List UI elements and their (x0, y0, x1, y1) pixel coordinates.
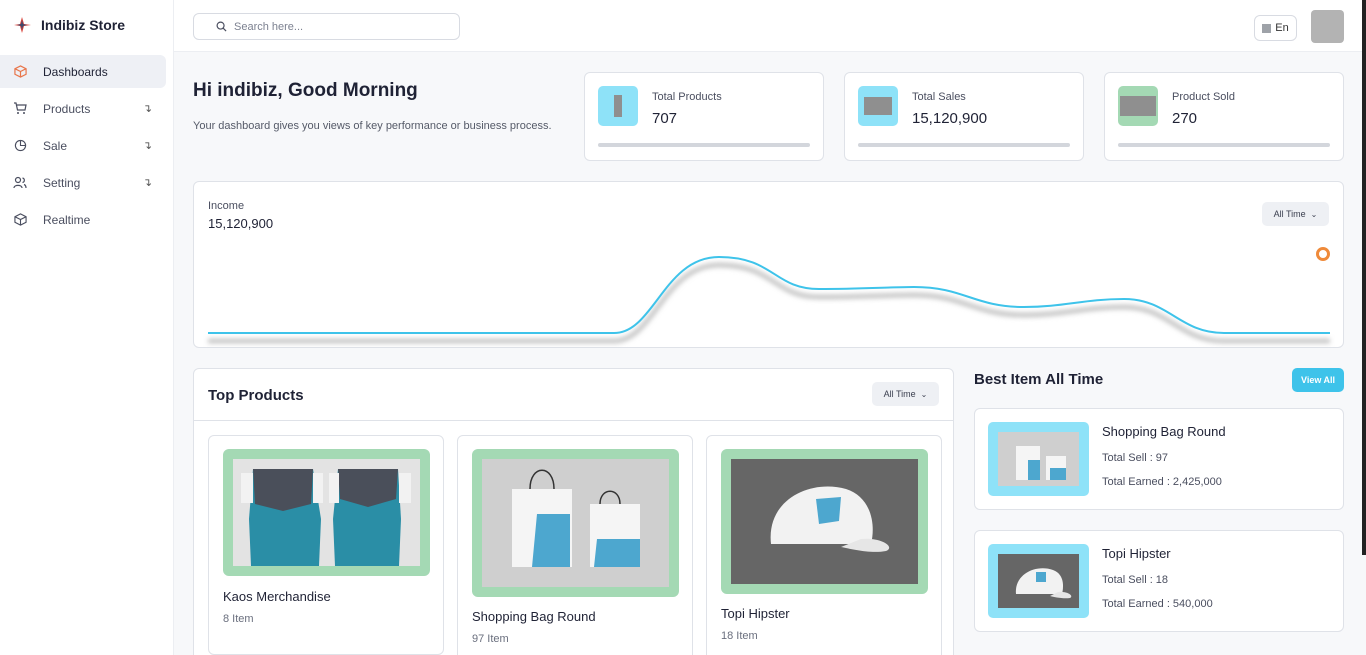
sidebar-item-dashboards[interactable]: Dashboards (0, 55, 166, 88)
top-products-card: Top Products All Time ⌄ Kaos Merchandise… (193, 368, 954, 655)
search-input[interactable] (234, 20, 454, 33)
stat-value: 270 (1172, 110, 1198, 127)
language-label: En (1275, 22, 1289, 34)
sidebar-item-setting[interactable]: Setting ↴ (0, 166, 166, 199)
income-label: Income (208, 200, 245, 212)
income-line-shadow (208, 262, 1330, 344)
language-selector[interactable]: En (1254, 15, 1297, 41)
product-image-frame (223, 449, 430, 576)
section-title: Top Products (208, 387, 304, 404)
best-item-total-sell: Total Sell : 18 (1102, 574, 1169, 586)
best-item-photo (998, 432, 1079, 486)
filter-label: All Time (1273, 209, 1306, 219)
sidebar-item-realtime[interactable]: Realtime (0, 203, 166, 236)
cart-icon (13, 102, 27, 116)
product-name: Shopping Bag Round (472, 609, 596, 624)
best-item-photo (998, 554, 1079, 608)
product-photo (731, 459, 918, 584)
chevron-down-icon: ⌄ (920, 389, 928, 399)
stat-label: Total Products (652, 91, 722, 103)
search-icon (216, 21, 227, 32)
sidebar-item-label: Sale (43, 138, 68, 153)
sidebar-item-products[interactable]: Products ↴ (0, 92, 166, 125)
expand-arrow-icon: ↴ (142, 177, 152, 189)
product-photo (482, 459, 669, 587)
chart-marker (1316, 247, 1330, 261)
stat-card-total-sales: Total Sales 15,120,900 (844, 72, 1084, 161)
best-item-total-sell: Total Sell : 97 (1102, 452, 1169, 464)
pie-chart-icon (13, 139, 27, 153)
product-thumbnail (598, 86, 638, 126)
product-count: 8 Item (223, 613, 254, 625)
sidebar-item-label: Realtime (43, 212, 91, 227)
sidebar-item-label: Dashboards (43, 64, 108, 79)
product-name: Topi Hipster (721, 606, 790, 621)
best-item-total-earned: Total Earned : 2,425,000 (1102, 476, 1222, 488)
sidebar-item-label: Setting (43, 175, 81, 190)
income-line (208, 255, 1330, 334)
stat-label: Product Sold (1172, 91, 1235, 103)
box-icon (13, 213, 27, 227)
brand-logo-icon (14, 17, 31, 33)
top-bar: En (174, 0, 1366, 52)
stat-progress-bar (598, 143, 810, 147)
income-line-chart (208, 255, 1330, 344)
best-item-thumbnail (988, 544, 1089, 618)
expand-arrow-icon: ↴ (142, 140, 152, 152)
best-item-thumbnail (988, 422, 1089, 496)
best-item-name: Shopping Bag Round (1102, 424, 1226, 439)
product-card[interactable]: Kaos Merchandise 8 Item (208, 435, 444, 655)
stat-card-product-sold: Product Sold 270 (1104, 72, 1344, 161)
stat-value: 707 (652, 110, 678, 127)
product-count: 97 Item (472, 633, 509, 645)
users-icon (13, 176, 27, 190)
stat-card-total-products: Total Products 707 (584, 72, 824, 161)
best-items-title: Best Item All Time (974, 371, 1104, 388)
brand-name: Indibiz Store (41, 17, 125, 33)
sales-thumbnail (858, 86, 898, 126)
sidebar-item-label: Products (43, 101, 91, 116)
stat-label: Total Sales (912, 91, 966, 103)
top-products-filter-dropdown[interactable]: All Time ⌄ (872, 382, 939, 406)
product-card[interactable]: Shopping Bag Round 97 Item (457, 435, 693, 655)
filter-label: All Time (883, 389, 916, 399)
product-image-frame (721, 449, 928, 594)
product-image-frame (472, 449, 679, 597)
best-item-total-earned: Total Earned : 540,000 (1102, 598, 1213, 610)
greeting-title: Hi indibiz, Good Morning (193, 80, 418, 101)
product-card[interactable]: Topi Hipster 18 Item (706, 435, 942, 655)
best-item-card[interactable]: Shopping Bag Round Total Sell : 97 Total… (974, 408, 1344, 510)
income-filter-dropdown[interactable]: All Time ⌄ (1262, 202, 1329, 226)
view-all-button[interactable]: View All (1292, 368, 1344, 392)
chevron-down-icon: ⌄ (1310, 209, 1318, 219)
sidebar-item-sale[interactable]: Sale ↴ (0, 129, 166, 162)
best-item-card[interactable]: Topi Hipster Total Sell : 18 Total Earne… (974, 530, 1344, 632)
cube-icon (13, 65, 27, 79)
best-item-name: Topi Hipster (1102, 546, 1171, 561)
sidebar: Indibiz Store Dashboards Products ↴ Sale… (0, 0, 174, 655)
income-card: Income 15,120,900 All Time ⌄ (193, 181, 1344, 348)
stat-progress-bar (858, 143, 1070, 147)
top-products-header: Top Products All Time ⌄ (194, 369, 953, 421)
product-name: Kaos Merchandise (223, 589, 331, 604)
greeting-subtitle: Your dashboard gives you views of key pe… (193, 120, 552, 132)
sold-thumbnail (1118, 86, 1158, 126)
scrollbar[interactable] (1362, 0, 1366, 555)
avatar[interactable] (1311, 10, 1344, 43)
product-count: 18 Item (721, 630, 758, 642)
income-value: 15,120,900 (208, 216, 274, 231)
stat-progress-bar (1118, 143, 1330, 147)
product-photo (233, 459, 420, 566)
sidebar-nav: Dashboards Products ↴ Sale ↴ Setting ↴ R… (0, 55, 173, 236)
flag-icon (1262, 23, 1272, 33)
stat-value: 15,120,900 (912, 110, 988, 127)
brand[interactable]: Indibiz Store (0, 0, 173, 50)
search-box[interactable] (193, 13, 460, 40)
expand-arrow-icon: ↴ (142, 103, 152, 115)
